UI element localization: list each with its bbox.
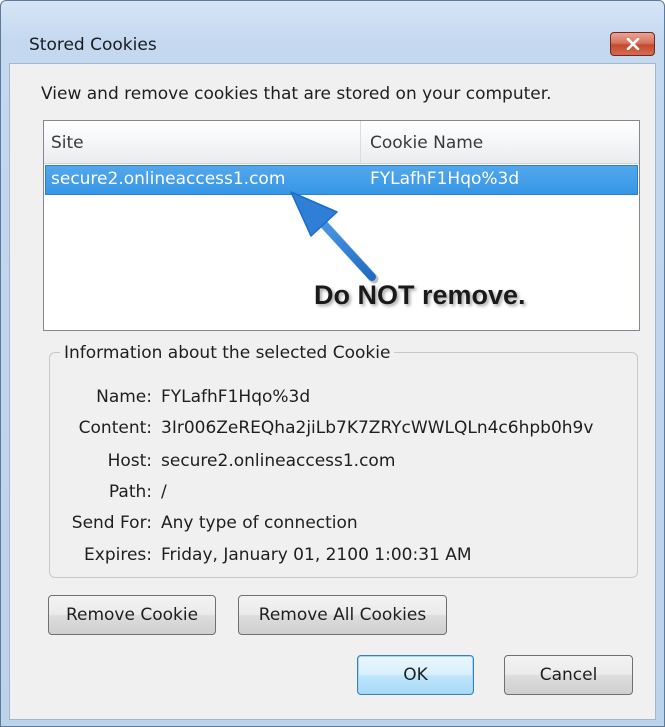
send-for-label: Send For: <box>71 513 152 533</box>
content-value-clip: 3Ir006ZeREQha2jiLb7K7ZRYcWWLQLn4c6hpb0h9… <box>161 418 638 444</box>
content-value: 3Ir006ZeREQha2jiLb7K7ZRYcWWLQLn4c6hpb0h9… <box>161 418 594 438</box>
path-value: / <box>161 482 167 502</box>
host-value: secure2.onlineaccess1.com <box>161 451 396 471</box>
cookie-info-legend: Information about the selected Cookie <box>60 343 395 363</box>
send-for-value: Any type of connection <box>161 513 358 533</box>
expires-value: Friday, January 01, 2100 1:00:31 AM <box>161 545 472 565</box>
remove-all-cookies-button[interactable]: Remove All Cookies <box>238 595 447 635</box>
name-value: FYLafhF1Hqo%3d <box>161 387 311 407</box>
ok-button[interactable]: OK <box>357 655 474 695</box>
annotation-callout: Do NOT remove. <box>314 280 526 310</box>
remove-cookie-button[interactable]: Remove Cookie <box>48 595 216 635</box>
path-label: Path: <box>108 482 152 502</box>
host-label: Host: <box>107 451 152 471</box>
name-label: Name: <box>96 387 152 407</box>
content-label: Content: <box>78 418 152 438</box>
expires-label: Expires: <box>84 545 152 565</box>
cancel-button[interactable]: Cancel <box>504 655 633 695</box>
